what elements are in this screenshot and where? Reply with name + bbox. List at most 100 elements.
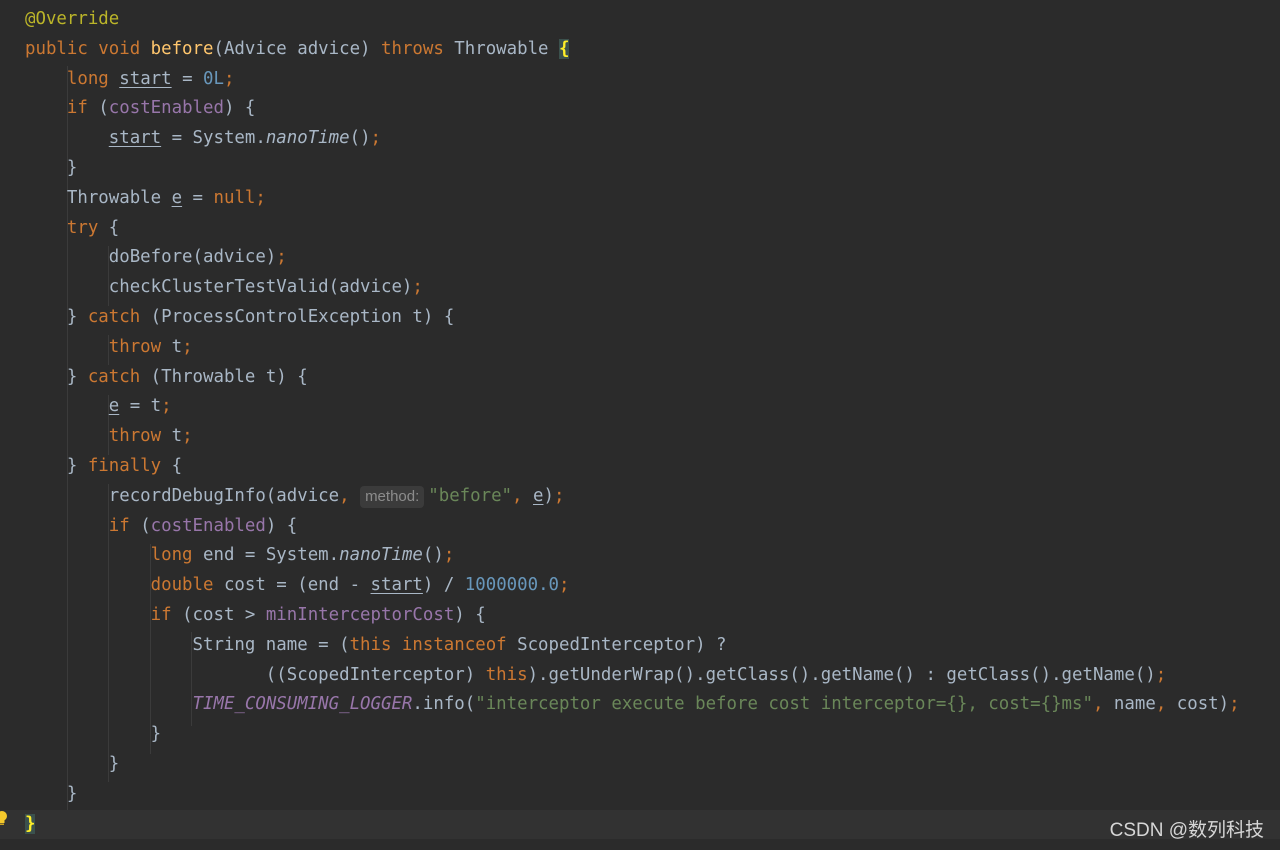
code-line[interactable]: } [0, 154, 1280, 184]
code-editor[interactable]: @Override public void before(Advice advic… [0, 0, 1280, 850]
code-token: catch [87, 307, 151, 327]
code-token: recordDebugInfo(advice [25, 485, 340, 506]
code-text[interactable]: } [25, 780, 77, 810]
code-token: throw [108, 426, 172, 447]
code-text[interactable]: } finally { [25, 452, 182, 482]
parameter-hint: method: [360, 485, 425, 508]
code-line[interactable]: String name = (this instanceof ScopedInt… [0, 631, 1280, 661]
code-line[interactable]: if (costEnabled) { [0, 512, 1280, 542]
code-token: start [119, 68, 172, 89]
code-token: long [66, 68, 120, 89]
code-text[interactable]: throw t; [25, 333, 193, 363]
code-line[interactable]: long start = 0L; [0, 65, 1280, 95]
code-token: double [150, 575, 224, 596]
code-token: ; [370, 128, 382, 149]
code-token: ).getUnderWrap().getClass().getName() : … [527, 664, 1156, 685]
code-text[interactable]: long start = 0L; [25, 65, 235, 95]
code-line[interactable]: } finally { [0, 452, 1280, 482]
code-line[interactable]: } [0, 750, 1280, 780]
code-line[interactable]: throw t; [0, 422, 1280, 452]
code-text[interactable]: throw t; [25, 422, 193, 452]
code-line[interactable]: recordDebugInfo(advice, method: "before",… [0, 482, 1280, 512]
code-token: ( [98, 98, 109, 119]
code-token: Throwable [454, 38, 559, 59]
code-token: name [1113, 694, 1156, 715]
code-line[interactable]: checkClusterTestValid(advice); [0, 273, 1280, 303]
code-token: costEnabled [150, 515, 266, 536]
code-line[interactable]: public void before(Advice advice) throws… [0, 35, 1280, 65]
code-line[interactable]: if (cost > minInterceptorCost) { [0, 601, 1280, 631]
code-token: , [1092, 694, 1114, 715]
code-token: } [25, 754, 120, 774]
code-line[interactable]: TIME_CONSUMING_LOGGER.info("interceptor … [0, 690, 1280, 720]
code-line[interactable]: Throwable e = null; [0, 184, 1280, 214]
code-text[interactable]: } [25, 810, 36, 840]
code-text[interactable]: checkClusterTestValid(advice); [25, 273, 423, 303]
code-line[interactable]: } [0, 809, 1280, 840]
code-token: = [182, 187, 214, 208]
code-line[interactable]: if (costEnabled) { [0, 94, 1280, 124]
code-token: } [25, 456, 88, 476]
code-text[interactable]: ((ScopedInterceptor) this).getUnderWrap(… [25, 661, 1166, 691]
code-text[interactable]: } catch (Throwable t) { [25, 363, 308, 393]
code-text[interactable]: } catch (ProcessControlException t) { [25, 303, 454, 333]
code-text[interactable]: } [25, 720, 162, 750]
code-line[interactable]: e = t; [0, 392, 1280, 422]
code-line[interactable]: throw t; [0, 333, 1280, 363]
code-text[interactable]: } [25, 750, 119, 780]
code-text[interactable]: Throwable e = null; [25, 184, 266, 214]
code-text[interactable]: if (costEnabled) { [25, 94, 256, 124]
code-text[interactable]: start = System.nanoTime(); [25, 124, 381, 154]
code-token: (ProcessControlException t) { [150, 307, 455, 327]
code-text[interactable]: if (cost > minInterceptorCost) { [25, 601, 486, 631]
code-token: nanoTime [265, 128, 350, 149]
code-text[interactable]: if (costEnabled) { [25, 512, 298, 542]
code-line[interactable]: try { [0, 214, 1280, 244]
code-token: = [171, 68, 204, 89]
code-line[interactable]: } [0, 720, 1280, 750]
code-token: finally [87, 456, 172, 476]
code-text[interactable]: String name = (this instanceof ScopedInt… [25, 631, 727, 661]
code-token: (Throwable t) { [150, 366, 308, 387]
code-text[interactable]: recordDebugInfo(advice, method: "before",… [25, 482, 564, 512]
code-token: ; [443, 545, 455, 566]
code-token: ScopedInterceptor) ? [517, 634, 727, 655]
code-token: start [108, 128, 162, 149]
code-line[interactable]: ((ScopedInterceptor) this).getUnderWrap(… [0, 661, 1280, 691]
code-token: ) { [454, 605, 486, 625]
code-line[interactable]: long end = System.nanoTime(); [0, 541, 1280, 571]
code-token: e [108, 396, 120, 417]
code-text[interactable]: doBefore(advice); [25, 243, 287, 273]
code-line[interactable]: double cost = (end - start) / 1000000.0; [0, 571, 1280, 601]
code-text[interactable]: long end = System.nanoTime(); [25, 541, 455, 571]
code-token: () [422, 545, 444, 566]
code-line[interactable]: } [0, 780, 1280, 810]
code-text[interactable]: TIME_CONSUMING_LOGGER.info("interceptor … [25, 690, 1240, 720]
code-text[interactable]: double cost = (end - start) / 1000000.0; [25, 571, 570, 601]
code-text[interactable]: e = t; [25, 392, 172, 422]
code-token: , [512, 485, 533, 506]
code-token: if [66, 98, 99, 119]
code-text[interactable]: try { [25, 214, 119, 244]
code-line[interactable]: start = System.nanoTime(); [0, 124, 1280, 154]
code-text[interactable]: } [25, 154, 77, 184]
code-text[interactable]: @Override [25, 5, 119, 35]
code-token: String name = ( [25, 634, 350, 655]
code-line[interactable]: doBefore(advice); [0, 243, 1280, 273]
code-token: 0L [203, 68, 224, 89]
code-token: { [559, 38, 570, 59]
code-token: ; [412, 277, 423, 298]
code-line[interactable]: } catch (Throwable t) { [0, 363, 1280, 393]
code-text[interactable]: public void before(Advice advice) throws… [25, 35, 570, 65]
code-line[interactable]: @Override [0, 5, 1280, 35]
code-line[interactable]: } catch (ProcessControlException t) { [0, 303, 1280, 333]
code-token: Throwable [25, 187, 172, 208]
code-token: try [66, 217, 109, 238]
lightbulb-icon[interactable] [0, 810, 8, 826]
